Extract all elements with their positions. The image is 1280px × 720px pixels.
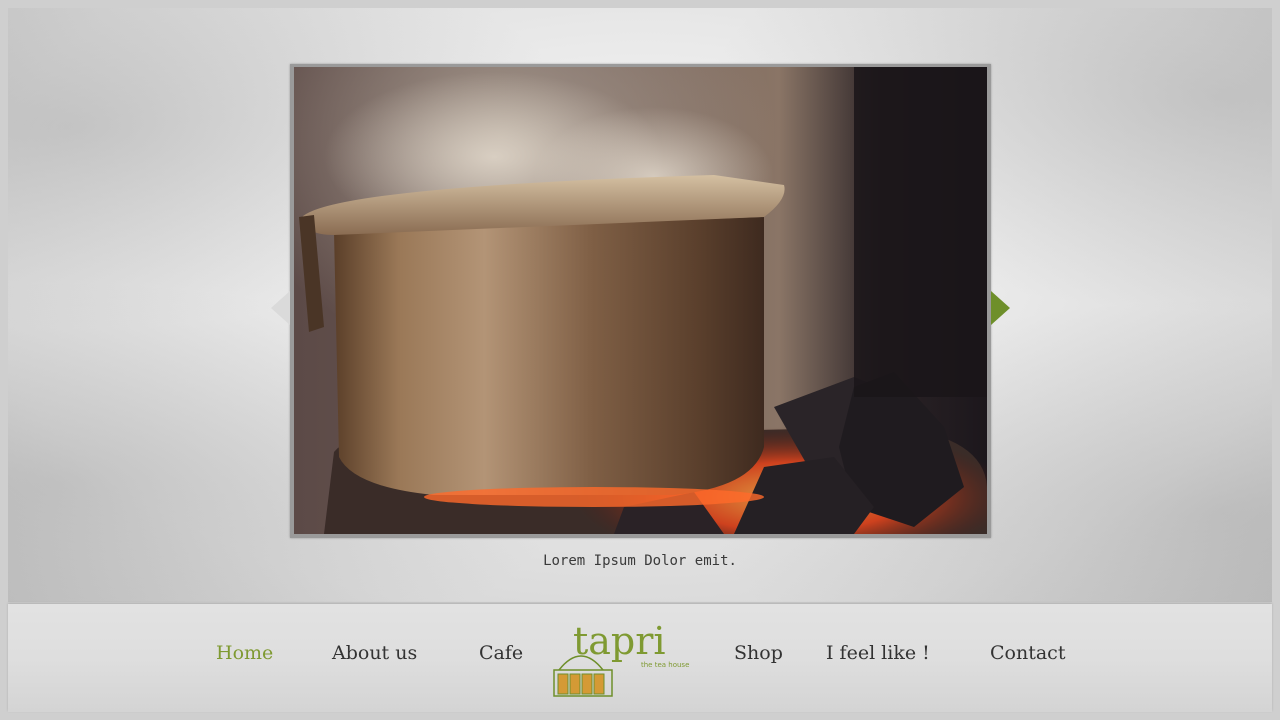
slider-caption: Lorem Ipsum Dolor emit. xyxy=(543,553,737,569)
nav-shop[interactable]: Shop xyxy=(734,642,783,664)
tapri-logo[interactable]: tapri the tea house xyxy=(551,612,696,702)
nav-i-feel-like[interactable]: I feel like ! xyxy=(826,642,930,664)
nav-contact[interactable]: Contact xyxy=(990,642,1065,664)
slider-next-arrow-icon[interactable] xyxy=(991,291,1010,325)
nav-home[interactable]: Home xyxy=(216,642,273,664)
logo-tagline: the tea house xyxy=(641,661,689,669)
slider-prev-arrow-icon[interactable] xyxy=(271,291,290,325)
slider-image xyxy=(294,67,987,534)
slider-frame xyxy=(290,64,991,538)
nav-cafe[interactable]: Cafe xyxy=(479,642,523,664)
nav-about-us[interactable]: About us xyxy=(332,642,417,664)
logo-wordmark: tapri xyxy=(573,619,666,663)
